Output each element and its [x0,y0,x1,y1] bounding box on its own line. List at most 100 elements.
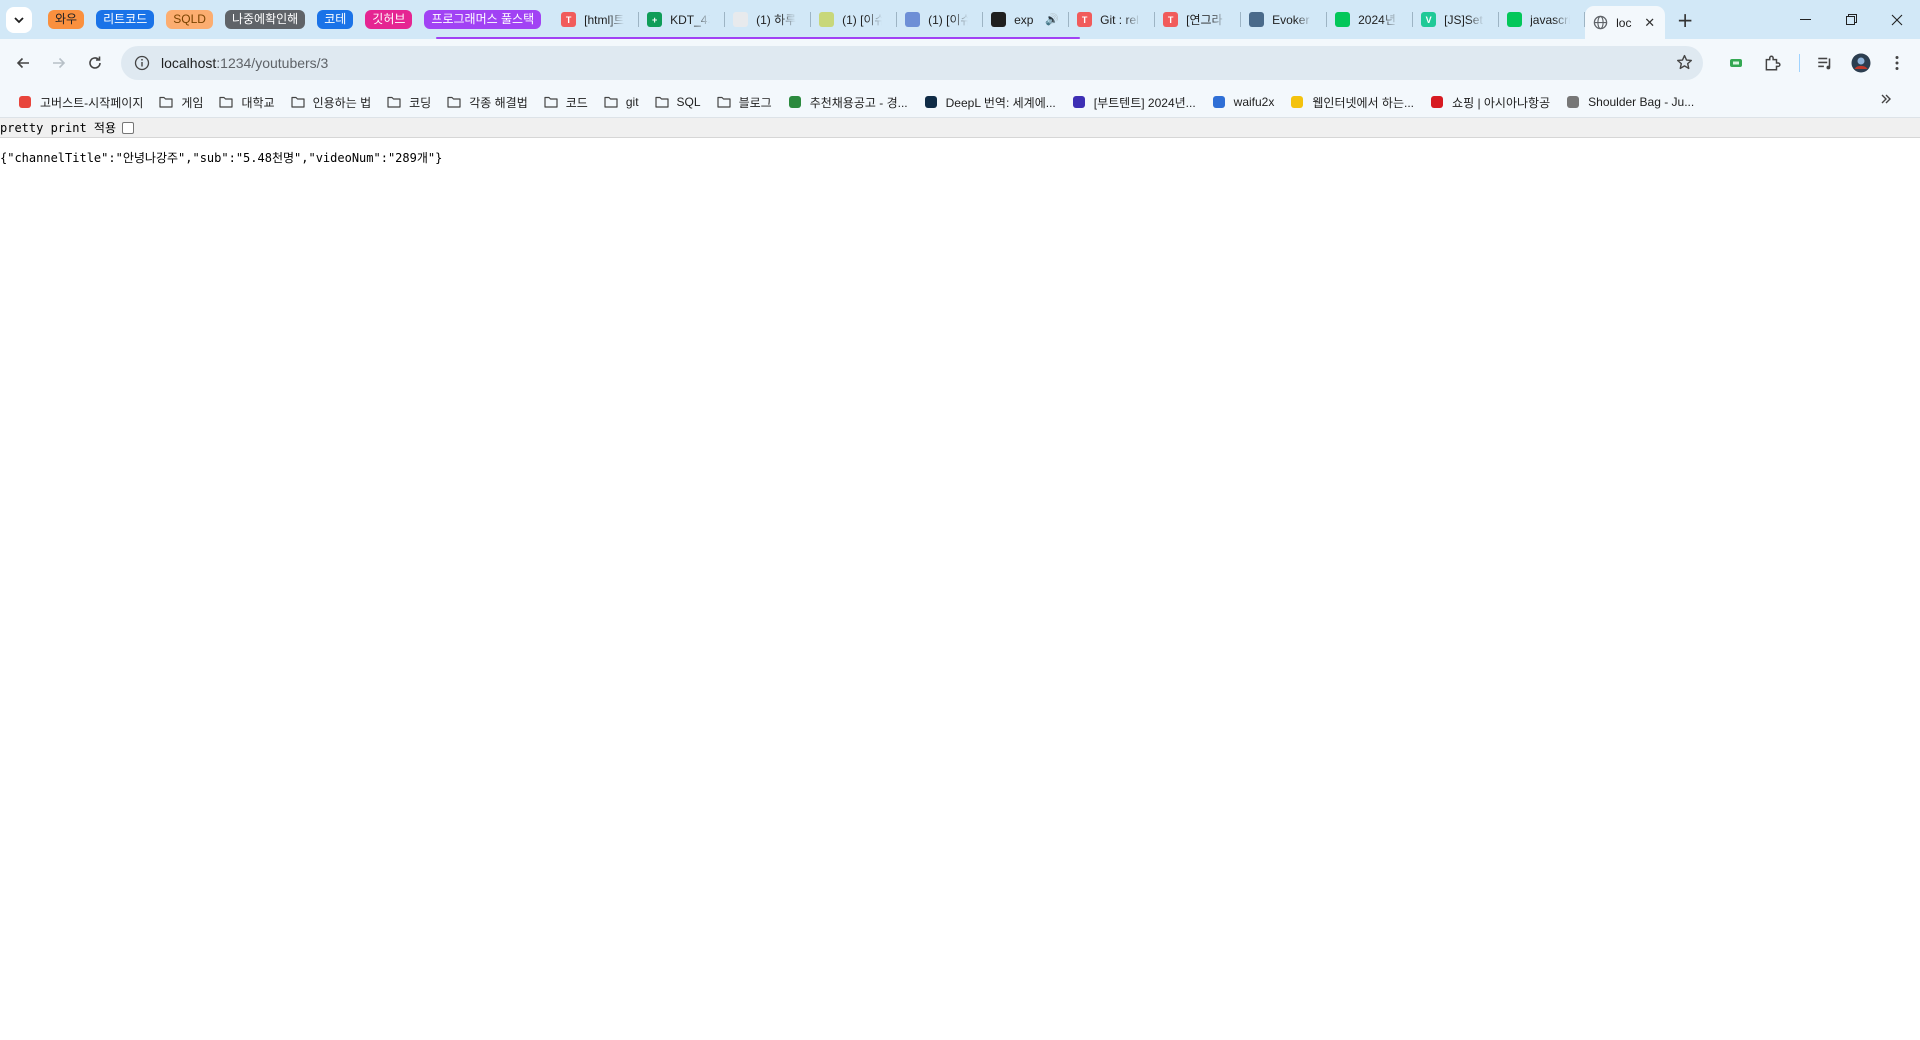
tab[interactable]: V [JS]Set [1413,0,1500,39]
pretty-print-bar: pretty print 적용 [0,118,1920,138]
new-tab-button[interactable]: + [1671,6,1699,34]
favicon-icon [819,12,835,27]
forward-button[interactable] [42,46,76,80]
tab-group-chip[interactable]: 나중에확인해 [224,10,306,29]
extension-icon[interactable] [1719,46,1753,80]
chevron-down-icon [14,16,24,23]
app-icon [1290,95,1304,109]
folder-icon [387,95,401,109]
tab[interactable]: T [html]트 [553,0,640,39]
arrow-right-icon [53,57,66,69]
bookmark-item[interactable]: 대학교 [211,89,282,115]
tab-title: [JS]Set [1444,12,1483,27]
bookmark-item[interactable]: 고버스트-시작페이지 [10,89,151,115]
pretty-print-checkbox[interactable] [122,121,135,134]
url-path: :1234/youtubers/3 [216,55,329,71]
bookmark-label: 코드 [565,95,588,110]
back-button[interactable] [6,46,40,80]
reload-icon [89,56,101,69]
arrow-left-icon [16,57,29,69]
toolbar: localhost:1234/youtubers/3 [0,39,1920,87]
folder-icon [544,95,558,109]
bookmark-item[interactable]: 코드 [536,89,596,115]
tab-title: (1) [이슈 [928,13,969,27]
bookmark-star-icon[interactable] [1676,54,1693,75]
bookmark-item[interactable]: 코딩 [379,89,439,115]
pretty-print-label: pretty print 적용 [0,121,117,135]
tab-active[interactable]: loc ✕ [1585,6,1666,39]
tab-title: (1) 하루 [756,13,797,27]
bookmark-label: 추천채용공고 - 경... [809,95,908,110]
bookmarks-bar: 고버스트-시작페이지 게임 대학교 인용하는 법 코딩 각종 해결법 코드 git SQL 블로그… [0,87,1920,118]
bookmark-item[interactable]: 쇼핑 | 아시아나항공 [1422,89,1558,115]
bookmark-item[interactable]: [부트텐트] 2024년... [1064,89,1204,115]
tab[interactable]: T Git : rel [1069,0,1156,39]
bookmark-label: SQL [676,95,701,109]
toolbar-right [1719,39,1920,87]
bookmark-item[interactable]: 인용하는 법 [283,89,380,115]
folder-icon [447,95,461,109]
bookmark-item[interactable]: 추천채용공고 - 경... [780,89,916,115]
bookmark-item[interactable]: SQL [647,89,709,115]
tab-group-chip[interactable]: 프로그래머스 풀스택 [424,10,542,29]
tab[interactable]: javascri [1499,0,1586,39]
bookmark-item[interactable]: 게임 [151,89,211,115]
profile-avatar[interactable] [1844,46,1878,80]
app-icon [1072,95,1086,109]
favicon-icon: T [1077,12,1093,27]
tab[interactable]: (1) [이슈 [897,0,984,39]
folder-icon [219,95,234,109]
tab-search-button[interactable] [6,6,32,33]
bookmark-label: 대학교 [241,95,275,110]
tab-group-chip[interactable]: 깃허브 [365,10,413,29]
favicon-icon: T [561,12,577,27]
bookmark-label: waifu2x [1233,95,1275,109]
tab[interactable]: T [연그라 [1155,0,1242,39]
restore-icon[interactable] [1828,0,1874,39]
tab[interactable]: Evoker [1241,0,1328,39]
menu-icon[interactable] [1880,46,1914,80]
folder-icon [159,95,173,109]
tab-title: [연그라 [1186,13,1223,27]
tab-group-chip[interactable]: 코테 [317,10,354,29]
bookmark-item[interactable]: Shoulder Bag - Ju... [1558,89,1702,115]
bookmark-item[interactable]: waifu2x [1204,89,1283,115]
extensions-puzzle-icon[interactable] [1755,46,1789,80]
bookmark-label: 각종 해결법 [469,95,528,110]
url-text: localhost:1234/youtubers/3 [161,55,328,71]
tab[interactable]: + KDT_4기 [639,0,726,39]
tab-strip: 와우 리트코드 SQLD 나중에확인해 코테 깃허브 프로그래머스 풀스택 T [html]트… [0,0,1920,39]
bookmark-label: Shoulder Bag - Ju... [1588,95,1695,109]
tab-title: Evoker [1272,12,1310,27]
globe-icon [1593,15,1608,30]
bookmark-item[interactable]: DeepL 번역: 세계에... [916,89,1064,115]
tab-group-chip[interactable]: SQLD [166,10,213,29]
tab[interactable]: (1) 하루 [725,0,812,39]
favicon-icon [1249,12,1265,27]
bookmark-item[interactable]: 블로그 [709,89,780,115]
minimize-icon[interactable] [1782,0,1828,39]
app-icon [924,95,938,109]
bookmark-item[interactable]: git [596,89,647,115]
chevron-double-right-icon[interactable] [1880,93,1892,109]
tab[interactable]: (1) [이슈 [811,0,898,39]
folder-icon [290,95,305,109]
bookmark-item[interactable]: 웹인터넷에서 하는... [1282,89,1422,115]
media-control-icon[interactable] [1808,46,1842,80]
tab[interactable]: exp 🔊 [983,0,1070,39]
close-window-icon[interactable] [1874,0,1920,39]
close-tab-icon[interactable]: ✕ [1644,15,1655,31]
bookmark-item[interactable]: 각종 해결법 [439,89,536,115]
json-body: {"channelTitle":"안녕나강주","sub":"5.48천명","… [0,151,443,165]
tab-group-chip[interactable]: 와우 [48,10,85,29]
favicon-icon: + [647,12,663,27]
address-bar[interactable]: localhost:1234/youtubers/3 [121,46,1703,80]
favicon-icon [1507,12,1523,27]
reload-button[interactable] [78,46,112,80]
site-info-icon[interactable] [125,55,159,71]
app-icon [788,95,802,109]
speaker-icon[interactable]: 🔊 [1045,13,1059,26]
app-icon [1212,95,1226,109]
tab[interactable]: 2024년 [1327,0,1414,39]
tab-group-chip[interactable]: 리트코드 [96,10,155,29]
